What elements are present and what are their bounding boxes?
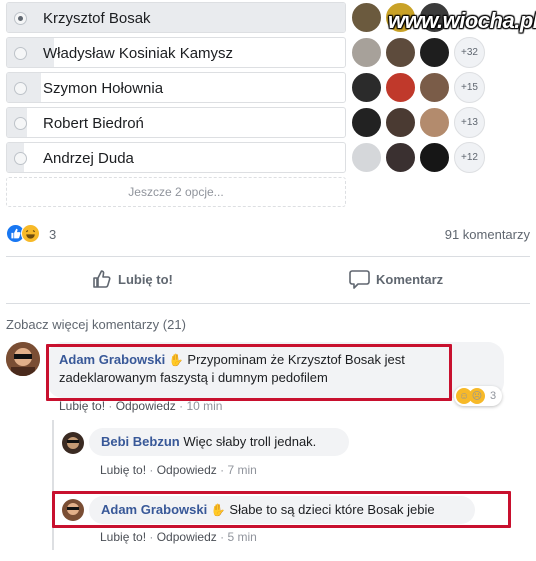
- voter-avatar[interactable]: [385, 37, 416, 68]
- poll-option-row: Robert Biedroń +13: [6, 105, 536, 140]
- sad-icon: ☹: [469, 388, 485, 404]
- poll-option[interactable]: Andrzej Duda: [6, 142, 346, 173]
- poll-voters[interactable]: +32: [351, 37, 485, 68]
- comment-reactions[interactable]: ☺ ☹ 3: [454, 386, 503, 406]
- voter-avatar[interactable]: [351, 72, 382, 103]
- comment-reply-link[interactable]: Odpowiedz: [157, 463, 217, 477]
- more-voters-count[interactable]: +12: [454, 142, 485, 173]
- poll-option[interactable]: Robert Biedroń: [6, 107, 346, 138]
- reaction-count[interactable]: 3: [49, 227, 56, 242]
- voter-avatar[interactable]: [351, 37, 382, 68]
- highlight-box: [46, 344, 452, 401]
- reactions-summary: 3 91 komentarzy: [6, 222, 530, 246]
- comments-count[interactable]: 91 komentarzy: [445, 227, 530, 242]
- more-voters-count[interactable]: +32: [454, 37, 485, 68]
- comment-button-label: Komentarz: [376, 271, 444, 287]
- comment-like-link[interactable]: Lubię to!: [100, 463, 146, 477]
- comment-like-link[interactable]: Lubię to!: [59, 399, 105, 413]
- voter-avatar[interactable]: [385, 107, 416, 138]
- comment-time[interactable]: 5 min: [227, 530, 256, 544]
- poll-option[interactable]: Krzysztof Bosak: [6, 2, 346, 33]
- thumbs-up-icon: [93, 270, 111, 288]
- haha-icon: [21, 224, 40, 243]
- comment-author[interactable]: Bebi Bebzun: [101, 434, 180, 449]
- radio-button[interactable]: [14, 82, 27, 95]
- view-more-comments-link[interactable]: Zobacz więcej komentarzy (21): [6, 317, 186, 332]
- comment-icon: [349, 270, 370, 289]
- comment-text: Więc słaby troll jednak.: [183, 434, 317, 449]
- comment-time[interactable]: 10 min: [186, 399, 222, 413]
- poll-option-label: Andrzej Duda: [43, 150, 134, 167]
- comment-like-link[interactable]: Lubię to!: [100, 530, 146, 544]
- comment-reply-link[interactable]: Odpowiedz: [157, 530, 217, 544]
- like-button-label: Lubię to!: [118, 271, 173, 287]
- poll-option-label: Szymon Hołownia: [43, 80, 164, 97]
- voter-avatar[interactable]: [419, 107, 450, 138]
- comment-reaction-count: 3: [490, 390, 497, 402]
- comment-meta: Lubię to! · Odpowiedz · 5 min: [100, 530, 257, 544]
- watermark: www.wiocha.pl: [388, 8, 536, 33]
- radio-button[interactable]: [14, 152, 27, 165]
- more-voters-count[interactable]: +15: [454, 72, 485, 103]
- comment-meta: Lubię to! · Odpowiedz · 10 min: [59, 399, 223, 413]
- divider: [6, 256, 530, 257]
- reply-thread-line: [52, 420, 54, 550]
- poll-voters[interactable]: +12: [351, 142, 485, 173]
- more-options-button[interactable]: Jeszcze 2 opcje...: [6, 177, 346, 207]
- radio-button[interactable]: [14, 117, 27, 130]
- comment-button[interactable]: Komentarz: [349, 264, 443, 294]
- poll-option-label: Krzysztof Bosak: [43, 10, 151, 27]
- highlight-box: [52, 491, 511, 528]
- comment-meta: Lubię to! · Odpowiedz · 7 min: [100, 463, 257, 477]
- avatar[interactable]: [6, 342, 40, 376]
- reaction-icons[interactable]: [6, 224, 40, 243]
- voter-avatar[interactable]: [351, 142, 382, 173]
- voter-avatar[interactable]: [419, 72, 450, 103]
- poll-voters[interactable]: +15: [351, 72, 485, 103]
- poll-option[interactable]: Władysław Kosiniak Kamysz: [6, 37, 346, 68]
- poll-option-row: Andrzej Duda +12: [6, 140, 536, 175]
- poll-voters[interactable]: +13: [351, 107, 485, 138]
- poll-option[interactable]: Szymon Hołownia: [6, 72, 346, 103]
- voter-avatar[interactable]: [419, 37, 450, 68]
- voter-avatar[interactable]: [351, 107, 382, 138]
- like-button[interactable]: Lubię to!: [92, 264, 173, 294]
- poll-option-row: Władysław Kosiniak Kamysz +32: [6, 35, 536, 70]
- voter-avatar[interactable]: [351, 2, 382, 33]
- poll-option-row: Szymon Hołownia +15: [6, 70, 536, 105]
- voter-avatar[interactable]: [385, 142, 416, 173]
- divider: [6, 303, 530, 304]
- radio-button[interactable]: [14, 47, 27, 60]
- poll-option-label: Robert Biedroń: [43, 115, 144, 132]
- avatar[interactable]: [62, 432, 84, 454]
- comment-time[interactable]: 7 min: [227, 463, 256, 477]
- voter-avatar[interactable]: [385, 72, 416, 103]
- more-voters-count[interactable]: +13: [454, 107, 485, 138]
- voter-avatar[interactable]: [419, 142, 450, 173]
- comment-bubble: Bebi Bebzun Więc słaby troll jednak.: [89, 428, 349, 456]
- poll-option-label: Władysław Kosiniak Kamysz: [43, 45, 234, 62]
- radio-button[interactable]: [14, 12, 27, 25]
- comment-reply-link[interactable]: Odpowiedz: [116, 399, 176, 413]
